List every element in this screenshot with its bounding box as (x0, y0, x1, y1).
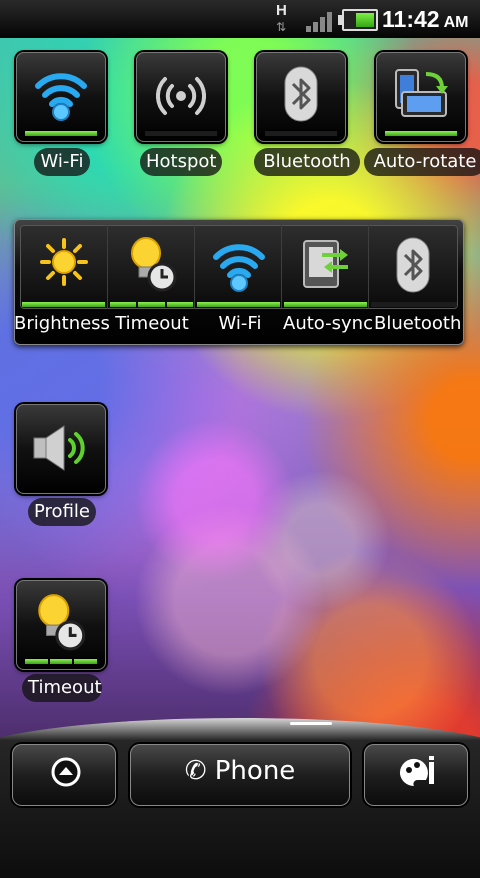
bluetooth-icon (396, 237, 430, 293)
network-type: H (276, 2, 287, 19)
widget-label-wifi: Wi-Fi (34, 148, 90, 176)
auto-sync-toggle[interactable] (281, 225, 369, 309)
auto-rotate-icon (395, 69, 448, 117)
app-drawer-button[interactable] (12, 744, 116, 806)
timeout-toggle[interactable] (107, 225, 195, 309)
auto-sync-icon (303, 240, 348, 288)
bluetooth-state-indicator (265, 130, 337, 136)
bluetooth-state-indicator (371, 302, 457, 307)
clock-ampm: AM (443, 14, 469, 31)
widget-label-profile: Profile (28, 498, 96, 526)
wifi-icon (213, 244, 265, 292)
status-bar[interactable]: H ⇅ 11:42 AM (0, 0, 480, 38)
clock: 11:42 AM (382, 6, 468, 33)
personalize-icon (399, 756, 434, 787)
auto-rotate-toggle-widget[interactable] (376, 52, 466, 142)
timeout-icon (131, 237, 177, 292)
timeout-icon (38, 594, 86, 651)
power-label-brightness: Brightness (14, 313, 110, 334)
timeout-state-indicator (110, 302, 193, 307)
dock-bar: ✆ Phone (0, 718, 480, 878)
auto-sync-state-indicator (284, 302, 367, 307)
power-label-timeout: Timeout (115, 313, 189, 334)
power-label-auto-sync: Auto-sync (283, 313, 373, 334)
widget-label-timeout: Timeout (22, 674, 102, 702)
bluetooth-toggle[interactable] (368, 225, 459, 309)
app-drawer-icon (51, 757, 81, 787)
phone-icon: ✆ (184, 756, 207, 786)
brightness-icon (40, 238, 88, 286)
bluetooth-toggle-widget[interactable] (256, 52, 346, 142)
timeout-widget[interactable] (16, 580, 106, 670)
power-control-buttons (20, 225, 458, 309)
wifi-state-indicator (25, 130, 97, 136)
network-indicator: H ⇅ (274, 2, 292, 36)
phone-button[interactable]: ✆ Phone (130, 744, 350, 806)
hotspot-state-indicator (145, 130, 217, 136)
widget-label-bluetooth: Bluetooth (254, 148, 360, 176)
wifi-toggle[interactable] (194, 225, 282, 309)
hotspot-toggle-widget[interactable] (136, 52, 226, 142)
widget-label-hotspot: Hotspot (140, 148, 222, 176)
power-label-wifi: Wi-Fi (218, 313, 262, 334)
widget-label-auto-rotate: Auto-rotate (364, 148, 480, 176)
data-arrows-icon: ⇅ (276, 20, 287, 34)
timeout-state-indicator (25, 658, 98, 664)
power-control-widget: Brightness Timeout Wi-Fi Auto-sync Bluet… (14, 219, 464, 345)
clock-time: 11:42 (382, 6, 440, 32)
power-label-bluetooth: Bluetooth (374, 313, 462, 334)
auto-rotate-state-indicator (385, 130, 457, 136)
battery-icon (338, 9, 378, 31)
profile-widget[interactable] (16, 404, 106, 494)
phone-label: Phone (214, 756, 296, 786)
signal-strength-icon (306, 10, 334, 32)
speaker-icon (33, 425, 85, 471)
wifi-icon (35, 73, 87, 121)
brightness-toggle[interactable] (20, 225, 107, 309)
brightness-state-indicator (22, 302, 105, 307)
personalize-button[interactable] (364, 744, 468, 806)
page-indicator (290, 722, 332, 725)
bluetooth-icon (284, 66, 318, 122)
hotspot-icon (156, 77, 206, 115)
phone-button-label: ✆ Phone (130, 756, 350, 786)
wifi-state-indicator (197, 302, 280, 307)
wifi-toggle-widget[interactable] (16, 52, 106, 142)
